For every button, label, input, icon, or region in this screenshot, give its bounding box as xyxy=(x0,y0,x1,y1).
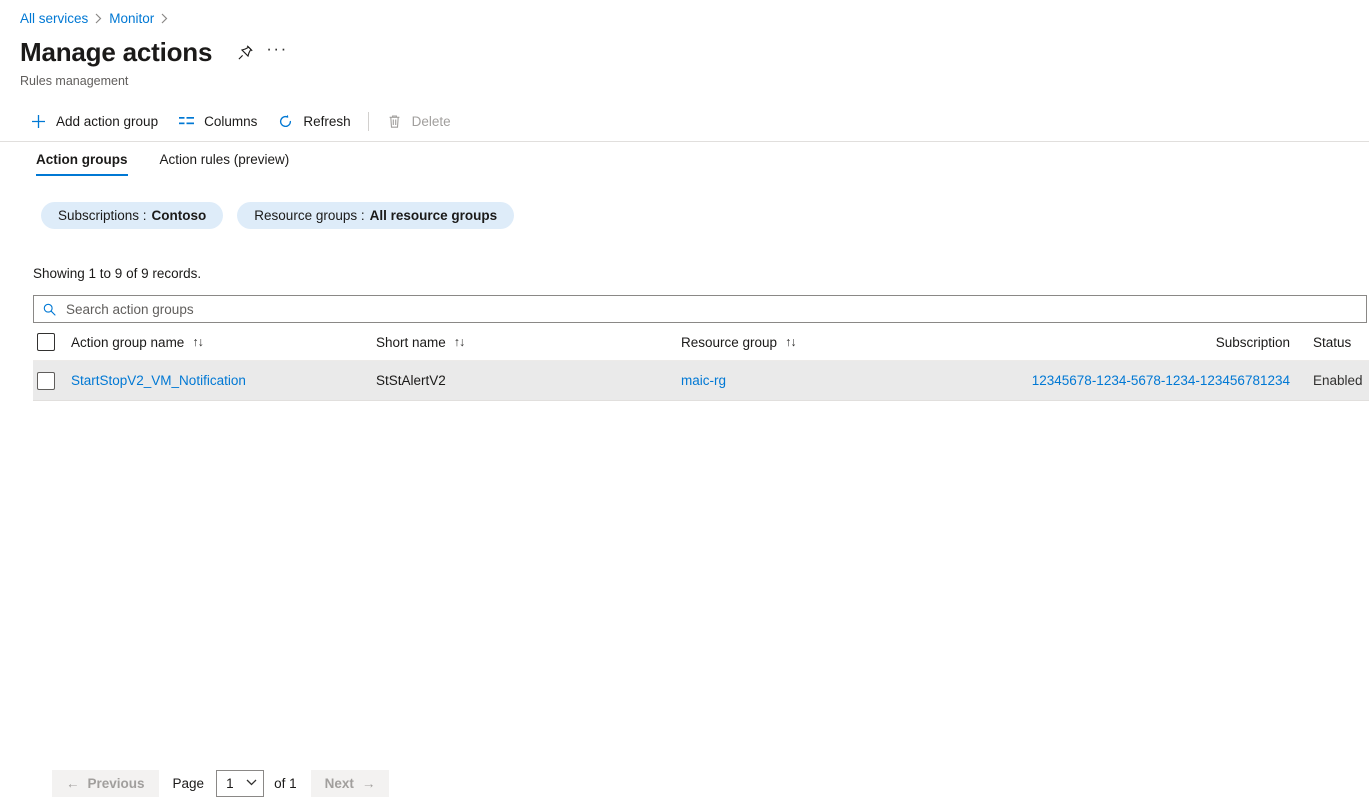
action-group-name-link[interactable]: StartStopV2_VM_Notification xyxy=(71,373,246,388)
select-all-cell[interactable] xyxy=(33,333,71,351)
column-header-short-name[interactable]: Short name ↑↓ xyxy=(376,335,681,350)
column-header-subscription-label: Subscription xyxy=(1216,335,1290,350)
page-number-select[interactable]: 1 xyxy=(216,770,264,797)
toolbar-divider xyxy=(368,112,369,131)
resource-group-link[interactable]: maic-rg xyxy=(681,373,726,388)
tab-action-rules-preview-label: Action rules (preview) xyxy=(160,152,290,167)
tab-list: Action groups Action rules (preview) xyxy=(20,148,305,182)
table-row[interactable]: StartStopV2_VM_Notification StStAlertV2 … xyxy=(33,361,1369,401)
add-action-group-label: Add action group xyxy=(56,114,158,129)
tab-action-groups-label: Action groups xyxy=(36,152,128,167)
search-icon xyxy=(42,302,57,317)
column-header-short-name-label: Short name xyxy=(376,335,446,350)
filter-pills: Subscriptions : Contoso Resource groups … xyxy=(41,202,514,229)
search-input[interactable] xyxy=(64,297,1358,321)
arrow-left-icon: ← xyxy=(66,776,80,791)
cell-action-group-name: StartStopV2_VM_Notification xyxy=(71,373,376,388)
command-bar-divider xyxy=(0,141,1369,142)
column-header-subscription[interactable]: Subscription xyxy=(986,335,1293,350)
add-action-group-button[interactable]: Add action group xyxy=(20,105,168,137)
records-summary: Showing 1 to 9 of 9 records. xyxy=(33,266,201,281)
command-bar: Add action group Columns Refresh xyxy=(20,105,461,137)
trash-icon xyxy=(386,113,403,130)
previous-page-label: Previous xyxy=(88,776,145,791)
pagination: ← Previous Page 1 of 1 Next → xyxy=(52,770,389,797)
column-header-action-group-name-label: Action group name xyxy=(71,335,184,350)
column-header-action-group-name[interactable]: Action group name ↑↓ xyxy=(71,335,376,350)
subscription-link[interactable]: 12345678-1234-5678-1234-123456781234 xyxy=(1032,373,1290,388)
breadcrumb-item-all-services[interactable]: All services xyxy=(20,11,88,26)
chevron-down-icon xyxy=(246,779,257,789)
page-label: Page xyxy=(173,776,205,791)
page-number-value: 1 xyxy=(226,776,234,791)
row-checkbox[interactable] xyxy=(37,372,55,390)
column-header-status-label: Status xyxy=(1313,335,1351,350)
plus-icon xyxy=(30,113,47,130)
action-groups-table: Action group name ↑↓ Short name ↑↓ Resou… xyxy=(33,324,1369,401)
table-header-row: Action group name ↑↓ Short name ↑↓ Resou… xyxy=(33,324,1369,361)
refresh-label: Refresh xyxy=(303,114,350,129)
column-header-resource-group[interactable]: Resource group ↑↓ xyxy=(681,335,986,350)
filter-pill-resource-groups-value: All resource groups xyxy=(370,208,498,223)
columns-icon xyxy=(178,113,195,130)
page-total-label: of 1 xyxy=(274,776,297,791)
search-box[interactable] xyxy=(33,295,1367,323)
next-page-button[interactable]: Next → xyxy=(311,770,390,797)
cell-short-name: StStAlertV2 xyxy=(376,373,681,388)
filter-pill-resource-groups-key: Resource groups : xyxy=(254,208,364,223)
column-header-resource-group-label: Resource group xyxy=(681,335,777,350)
filter-pill-resource-groups[interactable]: Resource groups : All resource groups xyxy=(237,202,514,229)
column-header-status[interactable]: Status xyxy=(1293,335,1369,350)
tab-action-rules-preview[interactable]: Action rules (preview) xyxy=(144,148,306,176)
filter-pill-subscriptions-value: Contoso xyxy=(152,208,207,223)
cell-subscription: 12345678-1234-5678-1234-123456781234 xyxy=(986,373,1293,388)
arrow-right-icon: → xyxy=(362,776,376,791)
sort-icon-action-group-name[interactable]: ↑↓ xyxy=(192,336,203,349)
refresh-icon xyxy=(277,113,294,130)
breadcrumb: All services Monitor xyxy=(20,8,175,28)
chevron-right-icon-2 xyxy=(161,13,168,24)
breadcrumb-item-monitor[interactable]: Monitor xyxy=(109,11,154,26)
page-subtitle: Rules management xyxy=(20,74,128,88)
pin-icon[interactable] xyxy=(232,39,258,65)
columns-button[interactable]: Columns xyxy=(168,105,267,137)
sort-icon-short-name[interactable]: ↑↓ xyxy=(454,336,465,349)
more-options-icon[interactable]: ··· xyxy=(266,44,287,60)
tab-action-groups[interactable]: Action groups xyxy=(20,148,144,176)
status-badge: Enabled xyxy=(1313,373,1363,388)
filter-pill-subscriptions-key: Subscriptions : xyxy=(58,208,147,223)
select-all-checkbox[interactable] xyxy=(37,333,55,351)
chevron-right-icon xyxy=(95,13,102,24)
sort-icon-resource-group[interactable]: ↑↓ xyxy=(785,336,796,349)
filter-pill-subscriptions[interactable]: Subscriptions : Contoso xyxy=(41,202,223,229)
cell-status: Enabled xyxy=(1293,373,1369,388)
page-title: Manage actions xyxy=(20,36,212,68)
delete-label: Delete xyxy=(412,114,451,129)
columns-label: Columns xyxy=(204,114,257,129)
refresh-button[interactable]: Refresh xyxy=(267,105,360,137)
cell-resource-group: maic-rg xyxy=(681,373,986,388)
page-header: Manage actions ··· xyxy=(20,34,288,70)
next-page-label: Next xyxy=(325,776,354,791)
row-select-cell[interactable] xyxy=(33,372,71,390)
previous-page-button[interactable]: ← Previous xyxy=(52,770,159,797)
delete-button[interactable]: Delete xyxy=(376,105,461,137)
